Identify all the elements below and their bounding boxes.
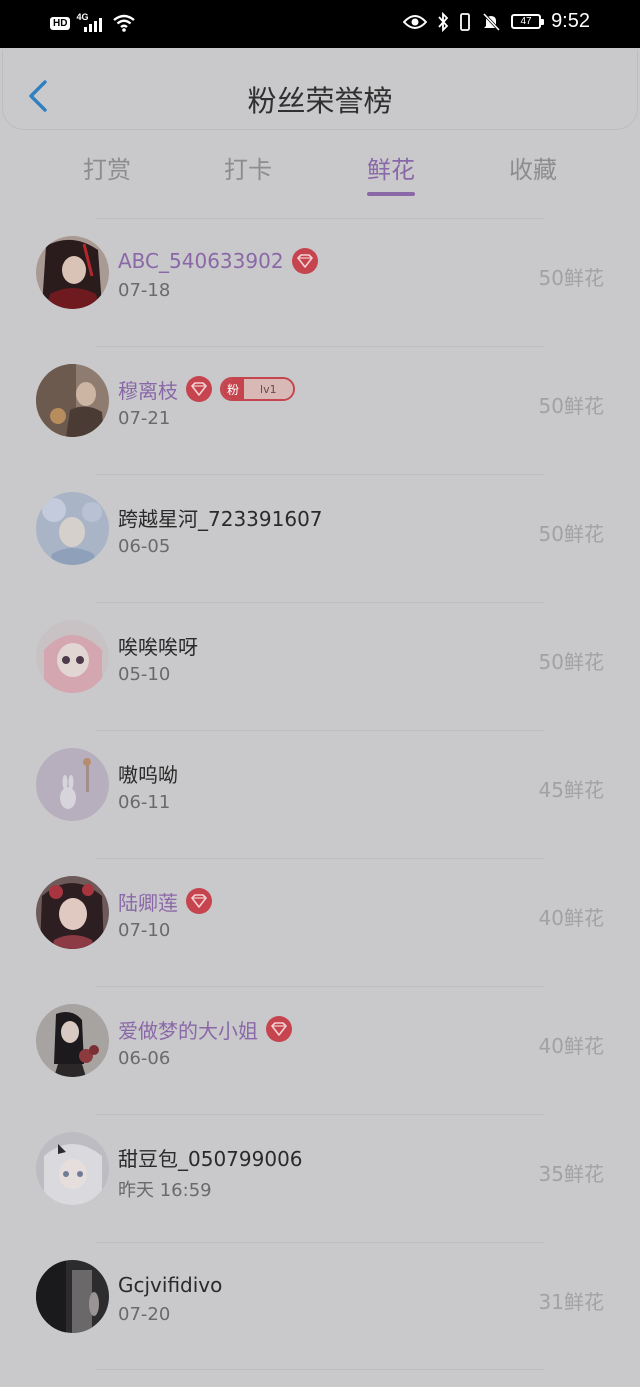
date: 07-21 <box>118 408 171 429</box>
list-item[interactable]: 唉唉唉呀 05-10 50鲜花 <box>0 602 640 730</box>
header-bar: 粉丝荣誉榜 <box>2 50 638 130</box>
divider <box>95 858 545 859</box>
flower-amount: 35鲜花 <box>538 1162 604 1186</box>
tab-flowers[interactable]: 鲜花 <box>341 150 441 196</box>
date: 昨天 16:59 <box>118 1180 212 1201</box>
flower-amount: 31鲜花 <box>538 1290 604 1314</box>
name-line: 陆卿莲 <box>118 887 212 916</box>
wifi-icon <box>113 14 136 32</box>
divider <box>95 986 545 987</box>
tab-label: 鲜花 <box>367 156 415 184</box>
avatar[interactable] <box>36 1004 109 1077</box>
user-name[interactable]: ABC_540633902 <box>118 249 284 273</box>
status-bar: HD 4G 47 9:52 <box>0 0 640 48</box>
name-line: ABC_540633902 <box>118 248 318 274</box>
list-item[interactable]: 爱做梦的大小姐 06-06 40鲜花 <box>0 986 640 1114</box>
tab-label: 收藏 <box>509 156 557 184</box>
bluetooth-icon <box>438 11 449 32</box>
avatar[interactable] <box>36 620 109 693</box>
list-item[interactable]: Gcjvifidivo 07-20 31鲜花 <box>0 1242 640 1370</box>
fan-level-badge: 粉 lv1 <box>220 377 295 401</box>
user-name[interactable]: 爱做梦的大小姐 <box>118 1015 258 1044</box>
tab-bar: 打赏 打卡 鲜花 收藏 <box>0 150 640 200</box>
avatar[interactable] <box>36 492 109 565</box>
name-line: Gcjvifidivo <box>118 1272 222 1298</box>
date: 07-10 <box>118 920 171 941</box>
battery-icon: 47 <box>511 14 545 29</box>
cellular-signal-icon: 4G <box>76 12 106 34</box>
status-left: HD 4G <box>50 12 136 34</box>
date: 06-05 <box>118 536 171 557</box>
name-line: 唉唉唉呀 <box>118 631 198 660</box>
vibrate-phone-icon <box>460 12 470 31</box>
fan-badge-level: lv1 <box>244 379 293 399</box>
avatar[interactable] <box>36 748 109 821</box>
diamond-vip-icon <box>186 888 212 914</box>
user-name[interactable]: 陆卿莲 <box>118 887 178 916</box>
flower-amount: 50鲜花 <box>538 650 604 674</box>
user-name[interactable]: 穆离枝 <box>118 375 178 404</box>
name-line: 跨越星河_723391607 <box>118 503 323 532</box>
user-name[interactable]: 唉唉唉呀 <box>118 631 198 660</box>
date: 07-18 <box>118 280 171 301</box>
flower-amount: 50鲜花 <box>538 394 604 418</box>
flower-amount: 50鲜花 <box>538 266 604 290</box>
name-line: 穆离枝 粉 lv1 <box>118 375 295 404</box>
diamond-vip-icon <box>291 248 318 274</box>
list-item[interactable]: 穆离枝 粉 lv1 07-21 50鲜花 <box>0 346 640 474</box>
list-item[interactable]: 跨越星河_723391607 06-05 50鲜花 <box>0 474 640 602</box>
avatar[interactable] <box>36 1260 109 1333</box>
avatar[interactable] <box>36 236 109 309</box>
avatar[interactable] <box>36 1132 109 1205</box>
divider <box>95 218 545 219</box>
diamond-vip-icon <box>186 376 212 402</box>
user-name[interactable]: Gcjvifidivo <box>118 1273 222 1297</box>
flower-amount: 40鲜花 <box>538 906 604 930</box>
diamond-vip-icon <box>266 1016 292 1042</box>
divider <box>95 602 545 603</box>
avatar[interactable] <box>36 876 109 949</box>
date: 06-11 <box>118 792 171 813</box>
hd-indicator: HD <box>50 16 71 30</box>
list-item[interactable]: ABC_540633902 07-18 50鲜花 <box>0 218 640 346</box>
divider <box>95 346 545 347</box>
tab-reward[interactable]: 打赏 <box>57 150 157 185</box>
user-name[interactable]: 跨越星河_723391607 <box>118 503 323 532</box>
date: 06-06 <box>118 1048 171 1069</box>
list-item[interactable]: 陆卿莲 07-10 40鲜花 <box>0 858 640 986</box>
date: 05-10 <box>118 664 171 685</box>
divider <box>95 1242 545 1243</box>
name-line: 嗷呜呦 <box>118 759 178 788</box>
page-title: 粉丝荣誉榜 <box>247 84 393 118</box>
list-item[interactable]: 甜豆包_050799006 昨天 16:59 35鲜花 <box>0 1114 640 1242</box>
flower-amount: 50鲜花 <box>538 522 604 546</box>
status-right: 47 9:52 <box>403 10 590 33</box>
divider <box>95 474 545 475</box>
clock: 9:52 <box>551 10 590 32</box>
bell-muted-icon <box>482 12 501 31</box>
user-name[interactable]: 嗷呜呦 <box>118 759 178 788</box>
eye-icon <box>403 14 428 29</box>
list-item[interactable]: 嗷呜呦 06-11 45鲜花 <box>0 730 640 858</box>
fan-ranking-list: ABC_540633902 07-18 50鲜花 穆离枝 粉 lv1 07-21… <box>0 218 640 1370</box>
fan-badge-label: 粉 <box>222 379 245 399</box>
tab-label: 打赏 <box>83 156 131 184</box>
divider <box>95 1114 545 1115</box>
flower-amount: 45鲜花 <box>538 778 604 802</box>
tab-checkin[interactable]: 打卡 <box>198 150 298 185</box>
active-tab-indicator <box>367 192 415 196</box>
name-line: 甜豆包_050799006 <box>118 1143 303 1172</box>
flower-amount: 40鲜花 <box>538 1034 604 1058</box>
name-line: 爱做梦的大小姐 <box>118 1015 292 1044</box>
tab-label: 打卡 <box>224 156 272 184</box>
user-name[interactable]: 甜豆包_050799006 <box>118 1143 303 1172</box>
avatar[interactable] <box>36 364 109 437</box>
tab-favorites[interactable]: 收藏 <box>483 150 583 185</box>
divider <box>95 1369 545 1370</box>
date: 07-20 <box>118 1304 171 1325</box>
divider <box>95 730 545 731</box>
